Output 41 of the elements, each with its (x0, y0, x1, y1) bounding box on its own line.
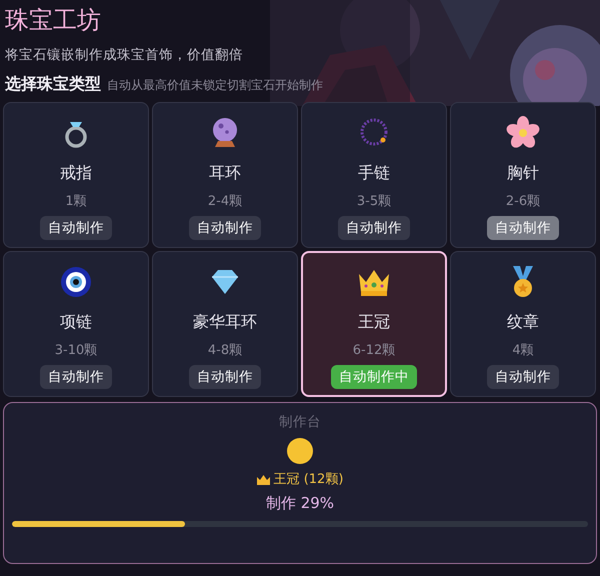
jewelry-card[interactable]: 戒指 1颗 自动制作 (3, 102, 149, 248)
gem-count: 3-10颗 (54, 342, 98, 359)
jewelry-name: 纹章 (507, 312, 539, 333)
jewelry-name: 手链 (358, 163, 390, 184)
gem-icon (286, 437, 314, 465)
auto-craft-button[interactable]: 自动制作 (487, 365, 559, 389)
jewelry-card[interactable]: 胸针 2-6颗 自动制作 (450, 102, 596, 248)
gem-count: 4颗 (512, 342, 534, 359)
auto-craft-button[interactable]: 自动制作 (338, 216, 410, 240)
jewelry-name: 豪华耳环 (193, 312, 257, 333)
jewelry-card[interactable]: 纹章 4颗 自动制作 (450, 251, 596, 397)
jewelry-card[interactable]: 豪华耳环 4-8颗 自动制作 (152, 251, 298, 397)
crown-icon (256, 474, 270, 484)
panel-title: 制作台 (279, 413, 321, 431)
gem-count: 3-5颗 (356, 193, 392, 210)
auto-craft-button[interactable]: 自动制作 (189, 365, 261, 389)
gem-count: 2-6颗 (506, 193, 540, 210)
gem-count: 6-12颗 (352, 342, 396, 359)
product-name: 王冠 (12颗) (274, 471, 344, 488)
jewelry-name: 胸针 (507, 163, 539, 184)
auto-craft-button[interactable]: 自动制作 (189, 216, 261, 240)
auto-craft-button[interactable]: 自动制作 (487, 216, 559, 240)
page-description: 将宝石镶嵌制作成珠宝首饰，价值翻倍 (4, 46, 244, 64)
gem-count: 1颗 (65, 193, 87, 210)
progress-text: 制作 29% (266, 494, 334, 513)
jewelry-name: 戒指 (60, 163, 92, 184)
jewelry-card[interactable]: 王冠 6-12颗 自动制作中 (301, 251, 447, 397)
section-hint: 自动从最高价值未锁定切割宝石开始制作 (107, 77, 323, 94)
auto-craft-button[interactable]: 自动制作 (40, 365, 112, 389)
gem-count: 4-8颗 (208, 342, 242, 359)
jewelry-name: 耳环 (209, 163, 241, 184)
jewelry-card[interactable]: 手链 3-5颗 自动制作 (301, 102, 447, 248)
jewelry-card[interactable]: 耳环 2-4颗 自动制作 (152, 102, 298, 248)
jewelry-card[interactable]: 项链 3-10颗 自动制作 (3, 251, 149, 397)
jewelry-name: 王冠 (358, 312, 390, 333)
gem-count: 2-4颗 (208, 193, 242, 210)
jewelry-name: 项链 (60, 312, 92, 333)
page-title: 珠宝工坊 (4, 5, 102, 36)
section-title: 选择珠宝类型 (5, 74, 101, 95)
eye-charm-icon (58, 264, 94, 300)
auto-craft-button[interactable]: 自动制作 (40, 216, 112, 240)
